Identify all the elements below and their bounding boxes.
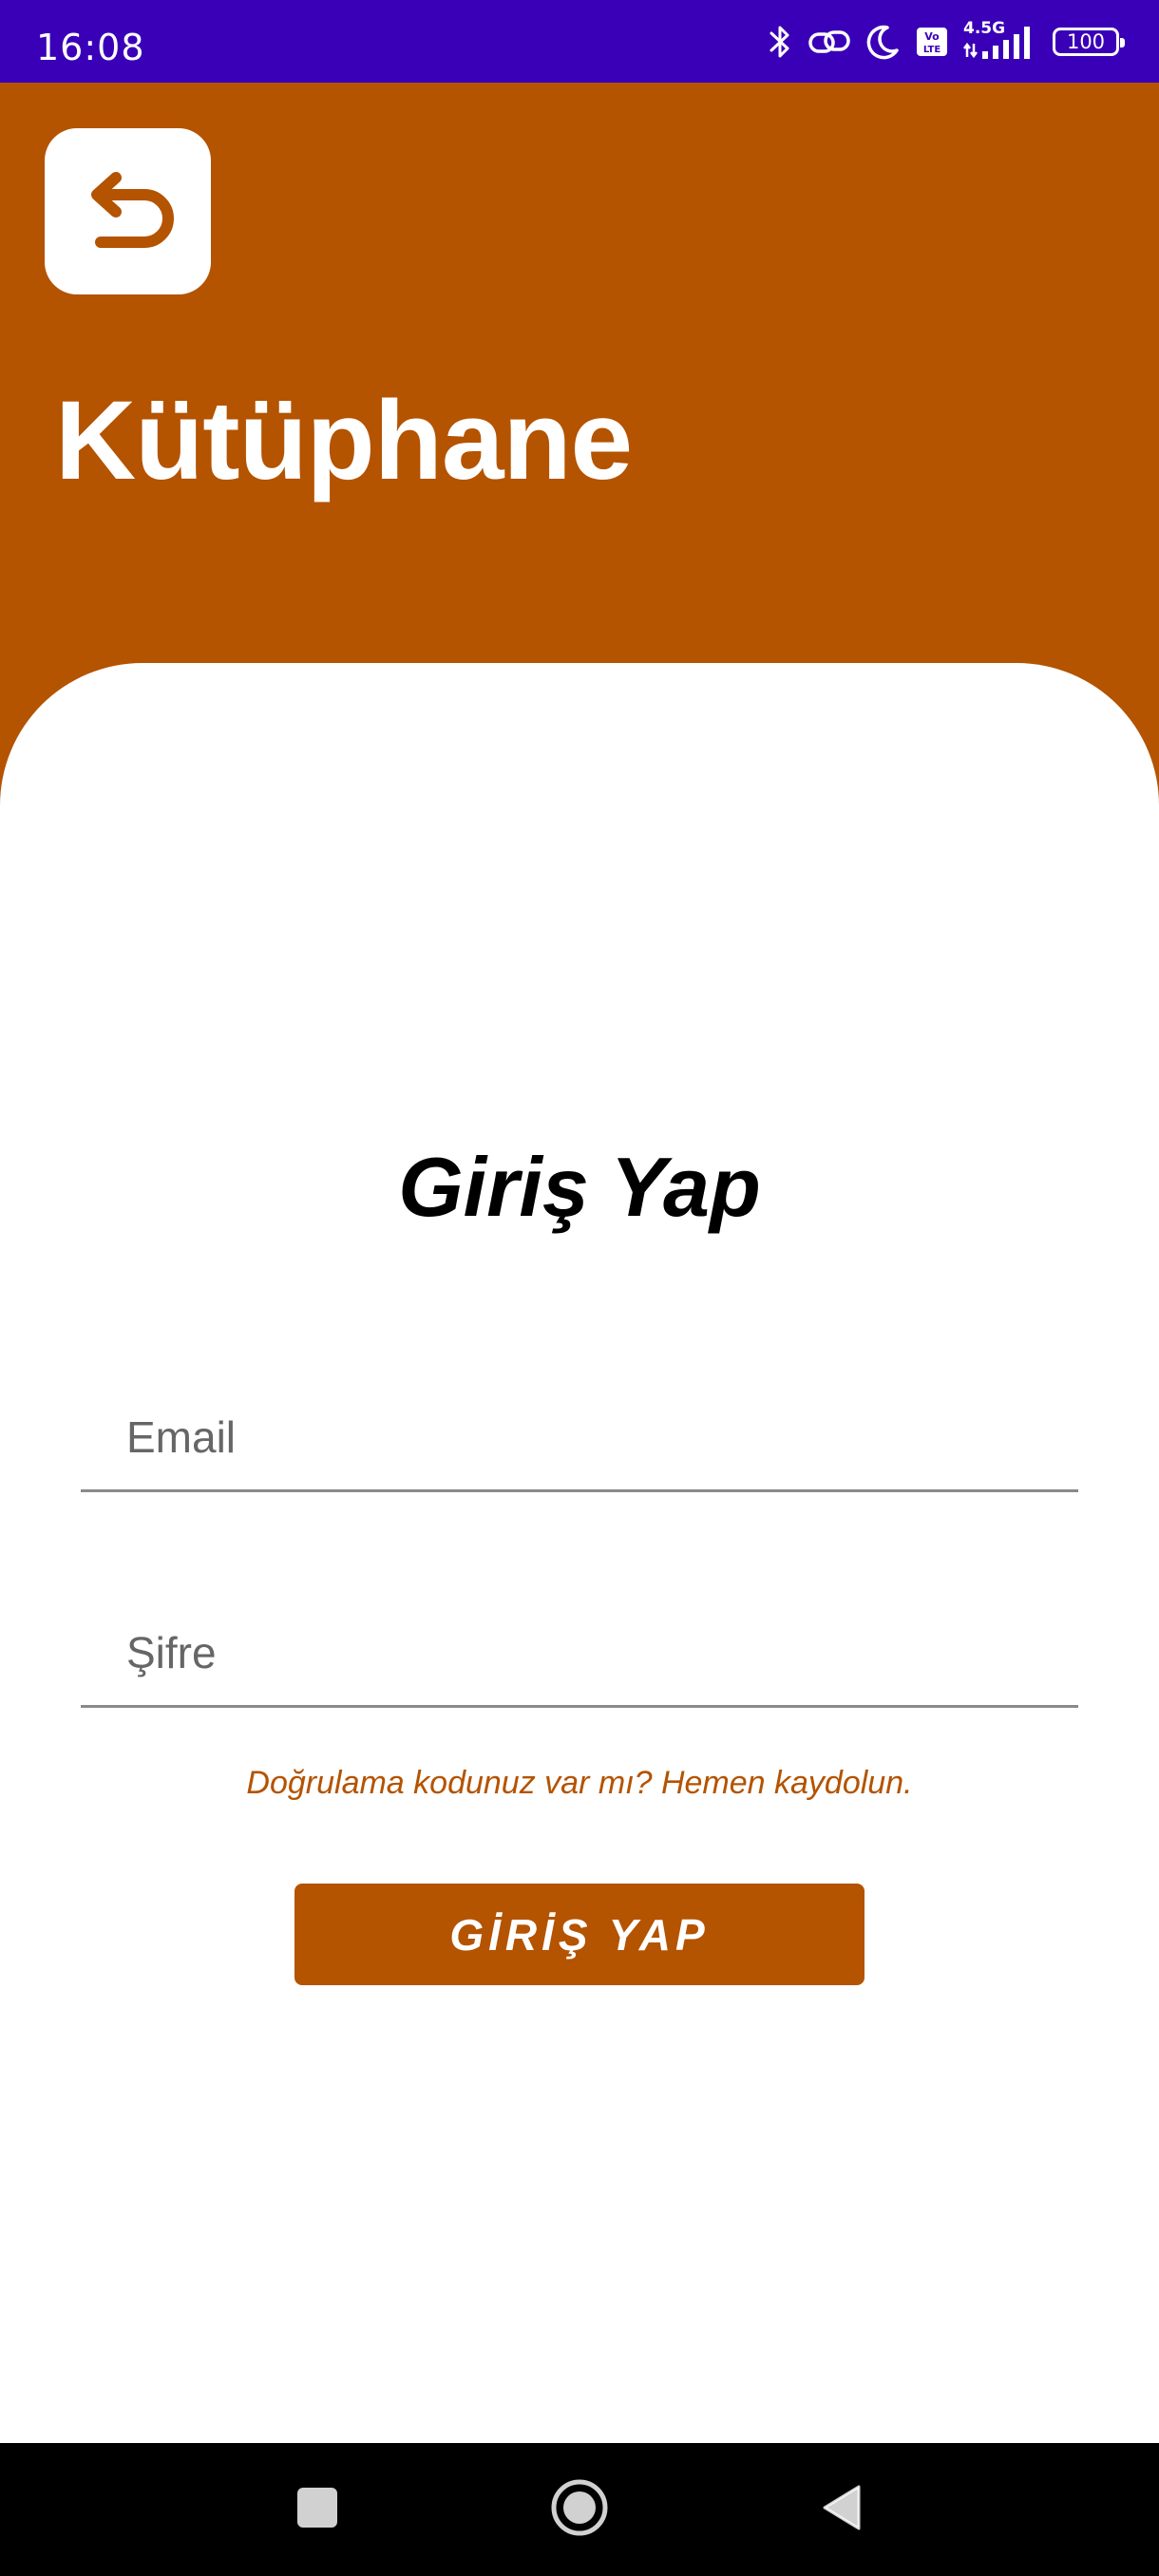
battery-level: 100 xyxy=(1066,30,1106,53)
recents-button[interactable] xyxy=(251,2443,384,2576)
status-bar: 16:08 Vo LTE 4.5G 100 xyxy=(0,0,1159,83)
home-button[interactable] xyxy=(513,2443,646,2576)
email-input[interactable] xyxy=(126,1404,1057,1470)
bluetooth-icon xyxy=(768,23,792,61)
login-card xyxy=(0,663,1159,2443)
moon-icon xyxy=(866,23,901,61)
home-circle-icon xyxy=(550,2478,609,2542)
form-title: Giriş Yap xyxy=(398,1140,761,1234)
email-field xyxy=(81,1375,1078,1492)
status-icons: Vo LTE 4.5G 100 xyxy=(768,21,1125,63)
signal-icon: 4.5G xyxy=(963,21,1037,63)
recents-square-icon xyxy=(295,2486,339,2534)
return-arrow-icon xyxy=(76,166,180,256)
back-triangle-icon xyxy=(819,2483,863,2537)
svg-text:LTE: LTE xyxy=(923,45,941,55)
password-input[interactable] xyxy=(126,1619,1057,1686)
password-field xyxy=(81,1591,1078,1708)
volte-icon: Vo LTE xyxy=(916,26,948,58)
link-icon xyxy=(808,23,851,61)
app-title: Kütüphane xyxy=(55,378,633,503)
svg-text:Vo: Vo xyxy=(924,30,940,43)
login-button[interactable]: GİRİŞ YAP xyxy=(294,1884,864,1985)
navigation-bar xyxy=(0,2443,1159,2576)
battery-icon: 100 xyxy=(1053,28,1125,56)
register-link[interactable]: Doğrulama kodunuz var mı? Hemen kaydolun… xyxy=(0,1767,1159,1799)
status-time: 16:08 xyxy=(36,27,145,68)
login-screen: 16:08 Vo LTE 4.5G 100 Kütüphane Giriş Ya… xyxy=(0,0,1159,2576)
back-button[interactable] xyxy=(45,128,211,294)
login-button-label: GİRİŞ YAP xyxy=(449,1909,710,1960)
system-back-button[interactable] xyxy=(774,2443,907,2576)
